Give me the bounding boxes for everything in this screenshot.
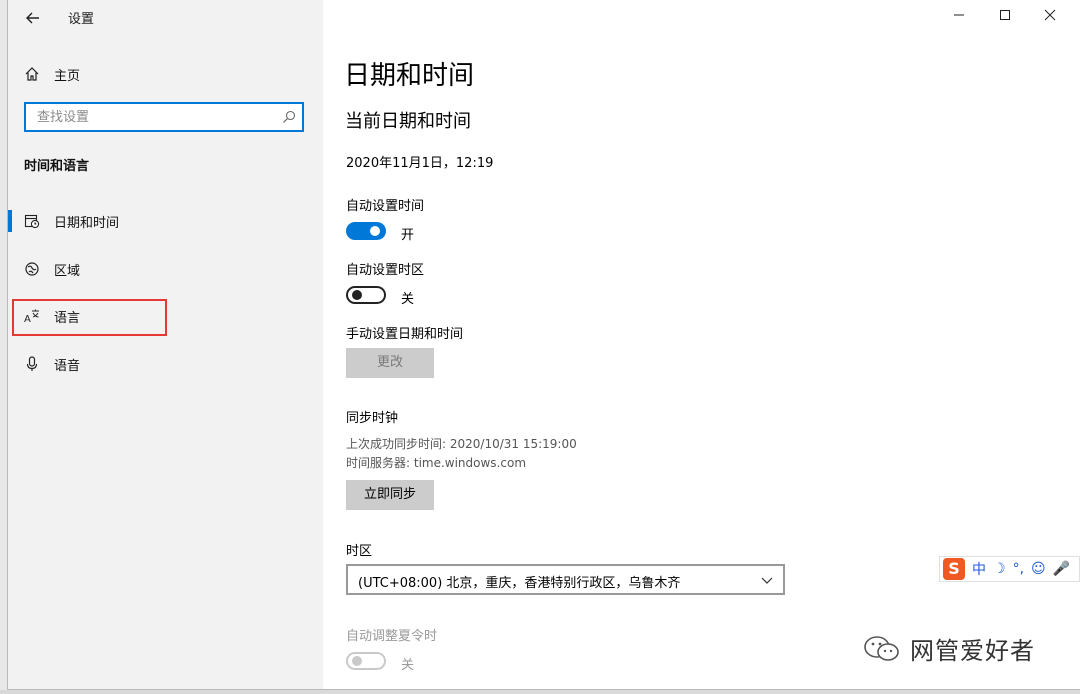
nav-home[interactable]: 主页 — [24, 63, 80, 85]
maximize-button[interactable] — [990, 4, 1020, 28]
background-strip — [0, 690, 1080, 694]
ime-mode[interactable]: 中 — [972, 559, 986, 579]
moon-icon[interactable]: ☽ — [993, 561, 1006, 577]
sync-now-button[interactable]: 立即同步 — [346, 480, 434, 510]
dst-state: 关 — [401, 658, 415, 673]
sync-clock-label: 同步时钟 — [346, 411, 399, 426]
ime-toolbar[interactable]: S 中 ☽ °, ☺ 🎤 — [939, 556, 1080, 582]
auto-time-label: 自动设置时间 — [346, 199, 425, 214]
chevron-down-icon — [761, 577, 773, 584]
timezone-label: 时区 — [346, 544, 373, 559]
arrow-left-icon — [26, 12, 39, 24]
close-icon — [1044, 9, 1056, 21]
calendar-clock-icon — [24, 213, 40, 229]
auto-timezone-state: 关 — [401, 292, 415, 307]
microphone-icon[interactable]: 🎤 — [1053, 561, 1070, 577]
sidebar-item-label: 语音 — [54, 358, 81, 374]
home-icon — [25, 67, 39, 81]
sidebar-item-label: 区域 — [54, 263, 81, 279]
sidebar-item-label: 日期和时间 — [54, 215, 120, 231]
wechat-icon — [864, 635, 899, 661]
page-title: 日期和时间 — [344, 61, 475, 91]
search-icon[interactable] — [282, 110, 296, 124]
auto-time-toggle[interactable] — [346, 222, 386, 240]
search-input[interactable] — [35, 109, 279, 126]
section-title-current: 当前日期和时间 — [345, 111, 471, 132]
dst-label: 自动调整夏令时 — [346, 629, 438, 644]
sidebar-item-region[interactable]: 区域 — [24, 258, 80, 280]
time-server-text: 时间服务器: time.windows.com — [346, 456, 527, 470]
window-border — [7, 0, 8, 690]
back-button[interactable] — [22, 7, 44, 29]
timezone-select[interactable]: (UTC+08:00) 北京，重庆，香港特别行政区，乌鲁木齐 — [346, 564, 785, 595]
auto-timezone-label: 自动设置时区 — [346, 263, 425, 278]
window-border-bottom — [7, 689, 1080, 690]
punctuation-icon[interactable]: °, — [1013, 561, 1024, 577]
change-button[interactable]: 更改 — [346, 348, 434, 378]
search-box[interactable] — [24, 102, 304, 132]
globe-region-icon — [24, 261, 40, 277]
auto-time-state: 开 — [401, 228, 415, 243]
watermark: 网管爱好者 — [862, 631, 1035, 666]
sidebar-section-title: 时间和语言 — [24, 159, 90, 174]
app-title: 设置 — [68, 12, 95, 27]
timezone-value: (UTC+08:00) 北京，重庆，香港特别行政区，乌鲁木齐 — [358, 576, 681, 591]
emoji-icon[interactable]: ☺ — [1031, 561, 1046, 577]
maximize-icon — [1000, 10, 1010, 20]
sidebar-item-date-time[interactable]: 日期和时间 — [24, 210, 119, 232]
auto-timezone-toggle[interactable] — [346, 286, 386, 304]
last-sync-text: 上次成功同步时间: 2020/10/31 15:19:00 — [346, 437, 577, 451]
current-datetime: 2020年11月1日，12:19 — [346, 156, 494, 171]
active-indicator — [8, 210, 12, 232]
manual-datetime-label: 手动设置日期和时间 — [346, 327, 464, 342]
minimize-icon — [954, 14, 964, 16]
sogou-logo-icon[interactable]: S — [943, 558, 965, 580]
minimize-button[interactable] — [944, 4, 974, 28]
dst-toggle[interactable] — [346, 652, 386, 670]
annotation-highlight-box — [12, 299, 167, 336]
background-edge — [0, 0, 7, 694]
watermark-text: 网管爱好者 — [910, 637, 1035, 665]
microphone-icon — [24, 356, 40, 372]
close-button[interactable] — [1035, 4, 1065, 28]
nav-home-label: 主页 — [54, 68, 81, 84]
sidebar-item-speech[interactable]: 语音 — [24, 353, 80, 375]
